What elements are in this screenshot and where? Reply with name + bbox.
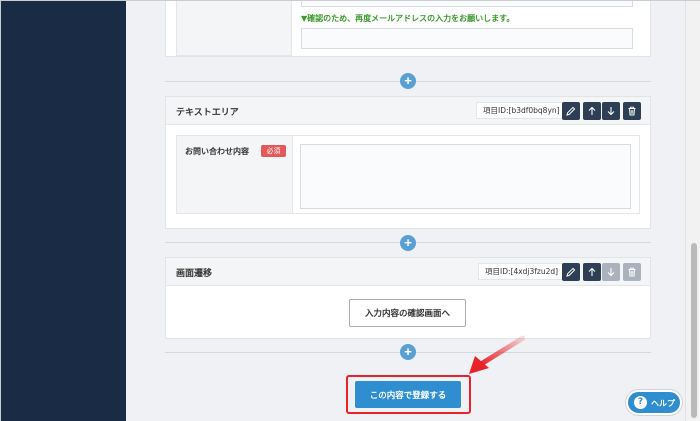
textarea-field-card: テキストエリア 項目ID:[b3df0bq8yn] お問い合わせ内容 必須 — [165, 96, 651, 229]
transition-card-title: 画面遷移 — [176, 269, 213, 279]
pencil-icon — [566, 106, 576, 116]
email-input[interactable] — [301, 1, 633, 7]
sidebar — [1, 1, 126, 421]
transition-card-header: 画面遷移 項目ID:[4xdj3fzu2d] — [166, 258, 650, 286]
textarea-card-header: テキストエリア 項目ID:[b3df0bq8yn] — [166, 97, 650, 125]
trash-icon — [628, 267, 636, 277]
add-field-button[interactable]: + — [400, 344, 416, 360]
trash-icon — [628, 106, 636, 116]
move-down-button[interactable] — [602, 263, 620, 281]
email-confirm-note: ▼確認のため、再度メールアドレスの入力をお願いします。 — [301, 14, 515, 23]
edit-button[interactable] — [562, 102, 580, 120]
inquiry-label-column: お問い合わせ内容 必須 — [176, 135, 293, 214]
textarea-card-title: テキストエリア — [176, 108, 239, 118]
arrow-down-icon — [607, 268, 615, 277]
transition-card: 画面遷移 項目ID:[4xdj3fzu2d] 入力内容の確認画面へ — [165, 257, 651, 339]
annotation-arrow-icon — [469, 335, 525, 374]
move-up-button[interactable] — [583, 263, 601, 281]
transition-item-id: 項目ID:[4xdj3fzu2d] — [478, 263, 566, 280]
arrow-up-icon — [588, 106, 596, 115]
move-up-button[interactable] — [583, 102, 601, 120]
inquiry-textarea[interactable] — [300, 144, 631, 209]
required-badge: 必須 — [261, 145, 286, 157]
help-label: ヘルプ — [651, 399, 675, 408]
arrow-up-icon — [588, 267, 596, 276]
delete-button[interactable] — [623, 263, 641, 281]
move-down-button[interactable] — [602, 102, 620, 120]
email-confirm-input[interactable] — [301, 28, 633, 49]
add-field-button[interactable]: + — [400, 235, 416, 251]
edit-button[interactable] — [562, 263, 580, 281]
inquiry-input-column — [292, 135, 640, 214]
email-label-column — [176, 1, 292, 56]
scrollbar[interactable] — [685, 1, 700, 421]
arrow-down-icon — [607, 107, 615, 116]
textarea-item-id: 項目ID:[b3df0bq8yn] — [476, 102, 567, 119]
question-icon: ? — [634, 396, 647, 409]
to-confirm-screen-button[interactable]: 入力内容の確認画面へ — [349, 299, 466, 327]
register-button[interactable]: この内容で登録する — [355, 381, 461, 408]
delete-button[interactable] — [623, 102, 641, 120]
add-field-button[interactable]: + — [400, 73, 416, 89]
inquiry-field-label: お問い合わせ内容 — [185, 147, 249, 156]
pencil-icon — [566, 267, 576, 277]
email-field-card: ▼確認のため、再度メールアドレスの入力をお願いします。 — [165, 1, 651, 57]
help-button[interactable]: ? ヘルプ — [626, 390, 682, 415]
scroll-thumb[interactable] — [691, 243, 697, 418]
